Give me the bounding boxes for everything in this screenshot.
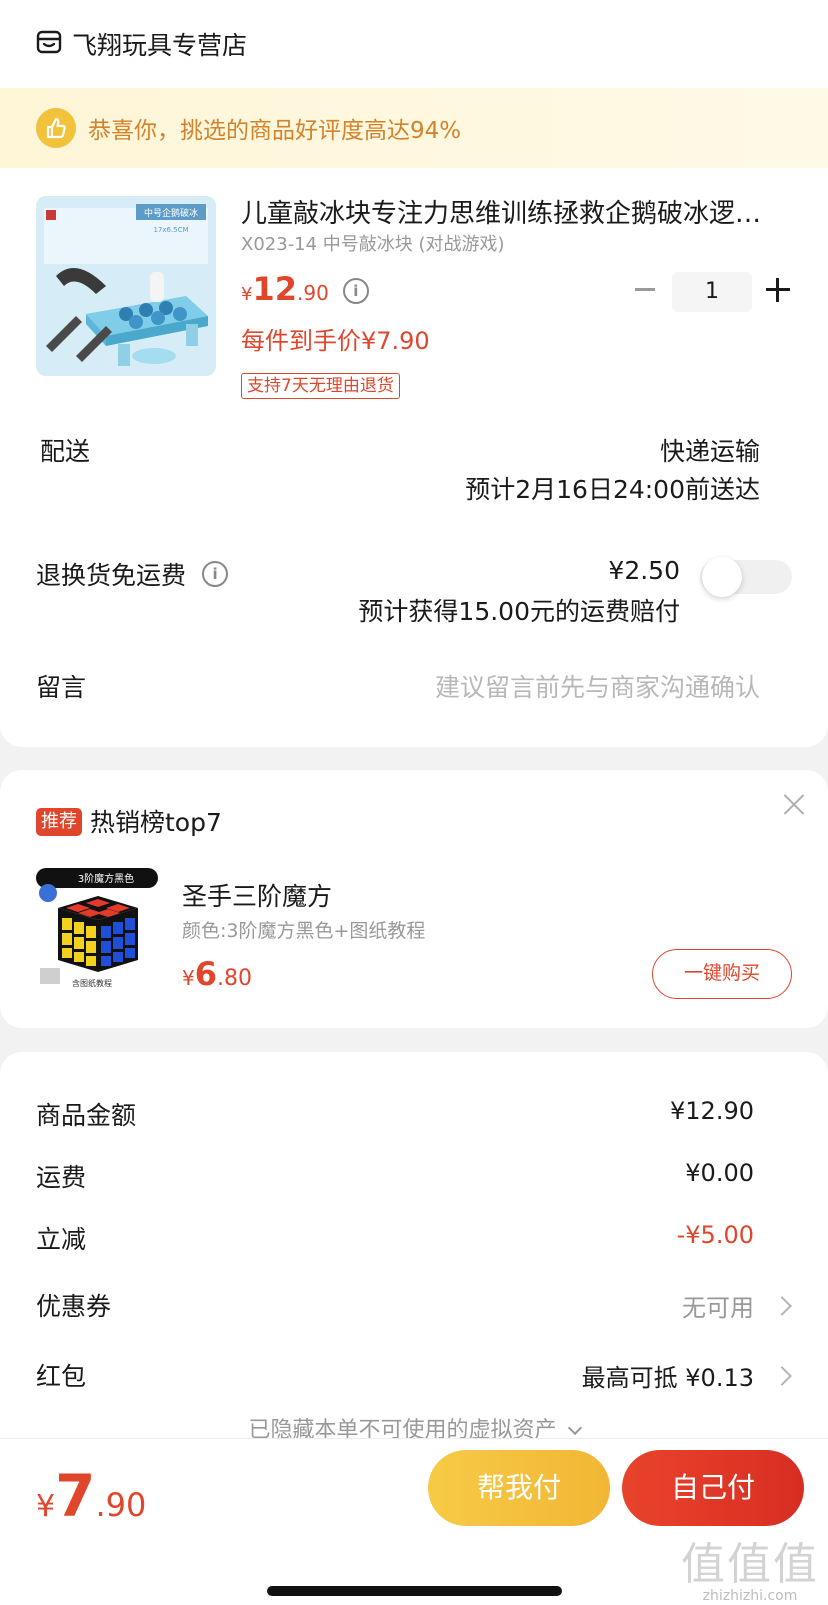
close-icon[interactable] — [782, 792, 806, 816]
message-label: 留言 — [36, 673, 87, 702]
one-click-buy-button[interactable]: 一键购买 — [652, 949, 792, 999]
image-size-label: 17x6.5CM — [153, 226, 188, 234]
delivery-label: 配送 — [40, 437, 91, 466]
praise-text: 恭喜你，挑选的商品好评度高达94% — [88, 118, 462, 144]
total-currency: ¥ — [36, 1489, 56, 1524]
image-top-label: 3阶魔方黑色 — [78, 872, 134, 885]
per-item-price: 每件到手价¥7.90 — [241, 327, 430, 355]
price-currency: ¥ — [241, 284, 253, 305]
summary-shipping-value: ¥0.00 — [685, 1159, 754, 1187]
delivery-method[interactable]: 快递运输 — [660, 432, 760, 468]
recommend-item-image[interactable]: 3阶魔方黑色 含图纸教程 — [36, 868, 158, 990]
return-insurance-toggle[interactable] — [700, 557, 792, 597]
product-title[interactable]: 儿童敲冰块专注力思维训练拯救企鹅破冰逻辑桌游 — [241, 193, 781, 230]
praise-banner: 恭喜你，挑选的商品好评度高达94% — [0, 88, 828, 168]
price-info-icon[interactable]: i — [342, 278, 369, 304]
shop-icon — [36, 29, 62, 59]
quantity-decrease-button[interactable] — [630, 274, 660, 304]
summary-redpacket-value[interactable]: 最高可抵 ¥0.13 — [582, 1358, 754, 1393]
watermark-logo: 值值值 — [681, 1539, 819, 1590]
return-insurance-row: 退换货免运费 i — [36, 556, 229, 592]
summary-redpacket-label: 红包 — [36, 1362, 87, 1391]
product-price: ¥ 12 .90 i — [241, 270, 369, 308]
help-pay-button[interactable]: 帮我付 — [428, 1450, 610, 1526]
summary-goods-value: ¥12.90 — [670, 1097, 754, 1125]
return-policy-badge: 支持7天无理由退货 — [241, 373, 400, 399]
chevron-down-icon — [567, 1420, 582, 1436]
summary-goods-label: 商品金额 — [36, 1101, 137, 1130]
total-decimal: .90 — [95, 1486, 147, 1524]
quantity-input[interactable]: 1 — [672, 272, 752, 312]
toggle-knob — [702, 557, 742, 597]
rec-price-decimal: .80 — [217, 966, 252, 991]
return-insurance-price: ¥2.50 — [608, 556, 680, 585]
summary-coupon-label: 优惠券 — [36, 1292, 112, 1321]
shop-name: 飞翔玩具专营店 — [72, 31, 248, 60]
recommend-badge: 推荐 — [36, 808, 82, 836]
summary-shipping-label: 运费 — [36, 1163, 87, 1192]
total-price: ¥ 7 .90 — [36, 1462, 146, 1530]
message-input[interactable]: 建议留言前先与商家沟通确认 — [435, 668, 760, 704]
image-bottom-label: 含图纸教程 — [72, 978, 112, 988]
recommend-item-price: ¥ 6 .80 — [182, 955, 252, 993]
recommend-item-spec: 颜色:3阶魔方黑色+图纸教程 — [182, 920, 426, 942]
price-decimal: .90 — [296, 281, 329, 305]
return-insurance-note: 预计获得15.00元的运费赔付 — [358, 597, 680, 626]
return-insurance-info-icon[interactable]: i — [202, 561, 229, 587]
price-integer: 12 — [252, 270, 297, 308]
summary-discount-value: -¥5.00 — [676, 1221, 754, 1249]
watermark: 值值值 zhizhizhi.com — [680, 1528, 820, 1604]
product-image[interactable]: 中号企鹅破冰 17x6.5CM — [36, 196, 216, 376]
summary-coupon-value[interactable]: 无可用 — [682, 1288, 754, 1323]
product-spec[interactable]: X023-14 中号敲冰块 (对战游戏) — [241, 230, 505, 256]
summary-discount-label: 立减 — [36, 1225, 87, 1254]
return-insurance-label: 退换货免运费 — [36, 561, 187, 590]
home-indicator[interactable] — [267, 1586, 562, 1596]
rec-price-integer: 6 — [194, 955, 217, 993]
total-integer: 7 — [55, 1462, 96, 1530]
shop-header[interactable]: 飞翔玩具专营店 — [36, 26, 247, 62]
recommend-item-name[interactable]: 圣手三阶魔方 — [182, 877, 332, 913]
rec-price-currency: ¥ — [182, 966, 195, 990]
thumbs-up-icon — [36, 108, 76, 148]
recommend-title: 热销榜top7 — [90, 808, 222, 837]
quantity-increase-button[interactable] — [765, 277, 791, 303]
image-box-label: 中号企鹅破冰 — [144, 207, 198, 219]
self-pay-button[interactable]: 自己付 — [622, 1450, 804, 1526]
delivery-eta: 预计2月16日24:00前送达 — [465, 475, 760, 504]
